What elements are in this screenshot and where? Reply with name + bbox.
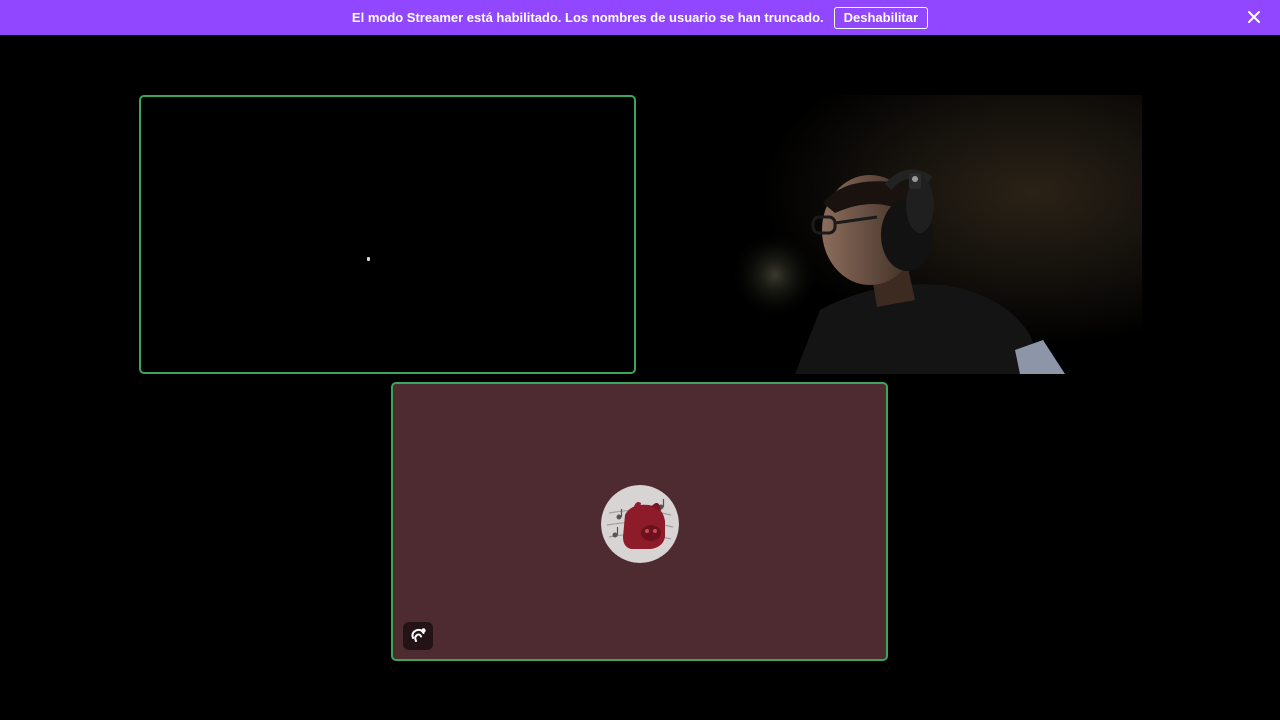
user-avatar-tile[interactable] xyxy=(391,382,888,661)
avatar-icon xyxy=(601,485,679,563)
voice-call-stage: El modo Streamer está habilitado. Los no… xyxy=(0,0,1280,720)
webcam-feed xyxy=(645,95,1142,374)
mouse-cursor xyxy=(367,257,370,261)
streamer-mode-notice: El modo Streamer está habilitado. Los no… xyxy=(0,0,1280,35)
camera-tile[interactable] xyxy=(645,95,1142,374)
voice-activity-icon[interactable] xyxy=(403,622,433,650)
screenshare-tile[interactable] xyxy=(139,95,636,374)
notice-text: El modo Streamer está habilitado. Los no… xyxy=(351,10,824,25)
disable-streamer-mode-button[interactable]: Deshabilitar xyxy=(833,6,929,29)
close-icon[interactable] xyxy=(1246,9,1262,25)
